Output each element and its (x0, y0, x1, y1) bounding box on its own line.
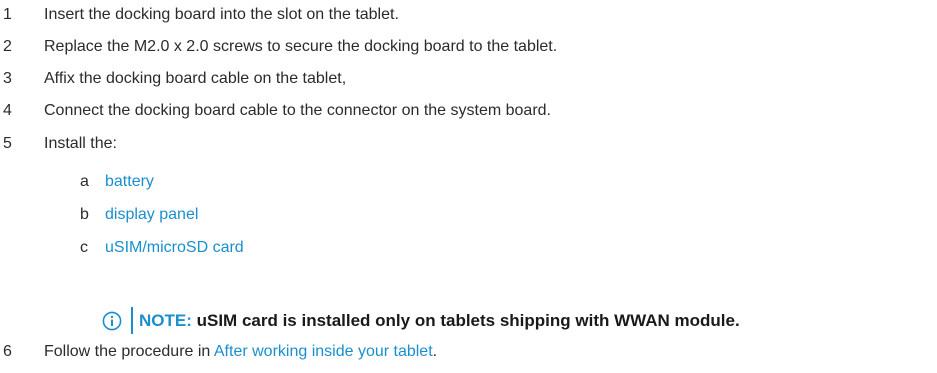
usim-microsd-card-link[interactable]: uSIM/microSD card (105, 236, 244, 260)
display-panel-link[interactable]: display panel (105, 203, 198, 227)
step-number: 1 (3, 6, 12, 23)
battery-link[interactable]: battery (105, 170, 154, 194)
info-icon (102, 311, 122, 331)
substep-letter: b (80, 206, 89, 223)
step-text: Insert the docking board into the slot o… (44, 6, 399, 23)
note-divider (131, 307, 133, 334)
step-text: Follow the procedure in After working in… (44, 340, 437, 364)
note-text: NOTE: uSIM card is installed only on tab… (139, 305, 740, 337)
note-body: uSIM card is installed only on tablets s… (191, 311, 740, 330)
step-text-prefix: Follow the procedure in (44, 343, 214, 360)
step-number: 6 (3, 343, 12, 360)
step-number: 3 (3, 70, 12, 87)
step-text: Connect the docking board cable to the c… (44, 102, 551, 119)
step-number: 4 (3, 102, 12, 119)
step-text-suffix: . (432, 343, 438, 360)
step-text: Install the: (44, 135, 117, 152)
step-text: Replace the M2.0 x 2.0 screws to secure … (44, 38, 558, 55)
step-text: Affix the docking board cable on the tab… (44, 70, 347, 87)
substep-letter: a (80, 173, 89, 190)
after-working-inside-link[interactable]: After working inside your tablet (214, 343, 433, 360)
step-number: 2 (3, 38, 12, 55)
substep-letter: c (80, 239, 88, 256)
step-number: 5 (3, 135, 12, 152)
note-label: NOTE: (139, 311, 192, 330)
